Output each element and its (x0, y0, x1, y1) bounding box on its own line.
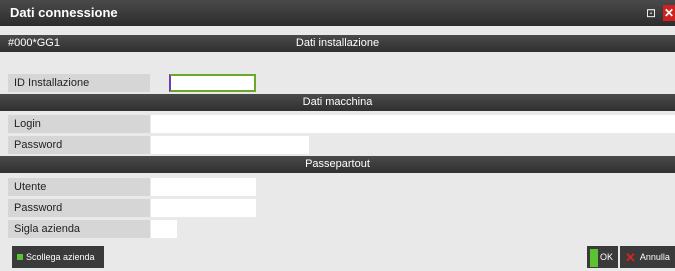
maximize-icon[interactable]: ⊡ (643, 5, 659, 21)
window-title: Dati connessione (10, 5, 118, 20)
unlink-company-button[interactable]: Scollega azienda (12, 246, 104, 268)
section-installation-header: #000*GG1 Dati installazione (0, 35, 675, 52)
passepartout-password-label: Password (8, 199, 150, 217)
cancel-button[interactable]: ✕ Annulla (620, 246, 675, 268)
passepartout-password-input[interactable] (151, 199, 256, 217)
user-input[interactable] (151, 178, 256, 196)
section-passepartout-title: Passepartout (305, 158, 370, 170)
cancel-x-icon: ✕ (625, 249, 636, 265)
id-installation-label: ID Installazione (8, 74, 150, 92)
company-code-label: Sigla azienda (8, 220, 150, 238)
section-machine-title: Dati macchina (302, 96, 373, 108)
close-icon[interactable]: ✕ (663, 5, 675, 21)
cancel-label: Annulla (639, 252, 670, 262)
login-input[interactable] (151, 115, 675, 133)
machine-password-input[interactable] (151, 136, 309, 154)
company-code-input[interactable] (151, 220, 177, 238)
window-titlebar: Dati connessione ⊡ ✕ (0, 0, 675, 26)
section-passepartout-header: Passepartout (0, 156, 675, 173)
green-bar-icon (590, 248, 598, 267)
green-square-icon (17, 254, 23, 260)
user-label: Utente (8, 178, 150, 196)
ok-label: OK (600, 252, 614, 262)
machine-password-label: Password (8, 136, 150, 154)
unlink-company-label: Scollega azienda (26, 252, 95, 262)
login-label: Login (8, 115, 150, 133)
section-machine-header: Dati macchina (0, 94, 675, 111)
id-installation-input[interactable] (169, 74, 256, 92)
ok-button[interactable]: OK (587, 246, 618, 268)
section-installation-title: Dati installazione (295, 37, 380, 49)
